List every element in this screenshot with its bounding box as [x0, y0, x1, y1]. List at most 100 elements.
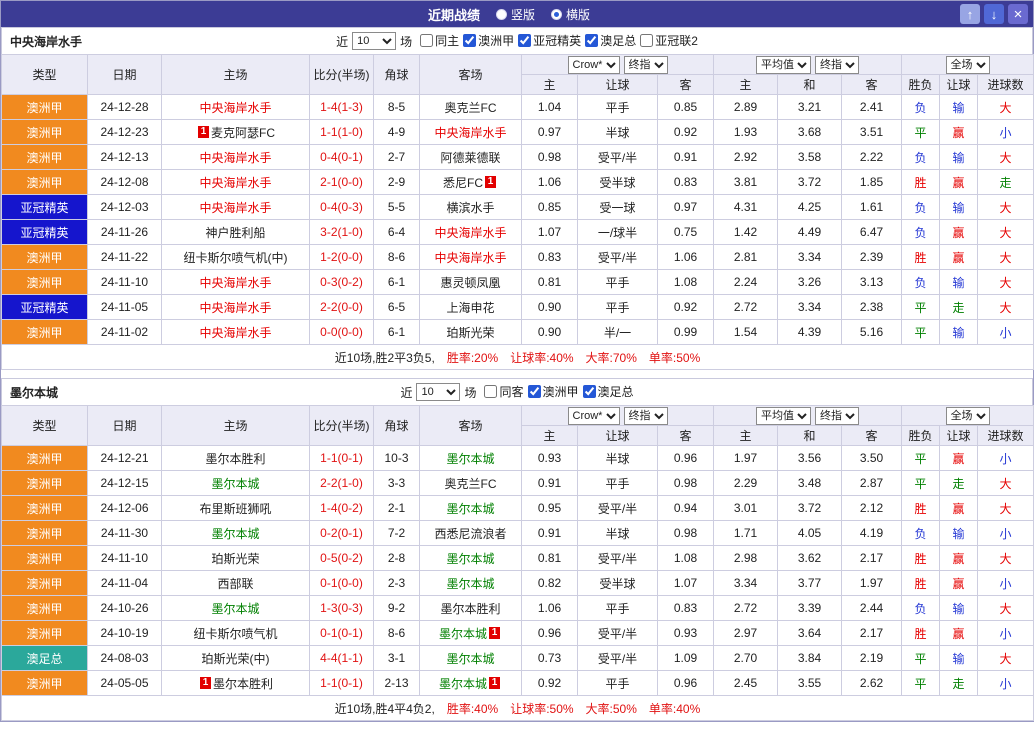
team-name[interactable]: 墨尔本城 [211, 602, 259, 616]
avg-away: 3.50 [841, 445, 903, 471]
match-row: 澳洲甲 24-11-30 墨尔本城 0-2(0-1) 7-2 西悉尼流浪者 0.91 半球 0.… [1, 520, 1034, 546]
filter-option[interactable]: 同主 [420, 32, 459, 49]
filter-option[interactable]: 澳洲甲 [527, 383, 579, 400]
filter-checkbox[interactable] [527, 385, 541, 398]
filter-option[interactable]: 澳洲甲 [463, 32, 514, 49]
match-row: 澳洲甲 24-10-19 纽卡斯尔喷气机 0-1(0-1) 8-6 墨尔本城 1 0.96 受平… [1, 620, 1034, 646]
team-name[interactable]: 墨尔本城 [446, 652, 494, 666]
team-name[interactable]: 墨尔本城 [439, 627, 487, 641]
avg-home: 2.92 [713, 144, 779, 170]
odds-home: 0.97 [521, 119, 578, 145]
average-select[interactable]: 平均值 [756, 55, 812, 74]
team-name[interactable]: 中央海岸水手 [199, 276, 271, 290]
match-row: 澳洲甲 24-11-02 中央海岸水手 0-0(0-0) 6-1 珀斯光荣 0.90 半/一 0… [1, 319, 1034, 345]
filter-near-label: 近 [336, 34, 349, 49]
filter-checkbox[interactable] [463, 34, 477, 47]
team-name[interactable]: 中央海岸水手 [199, 151, 271, 165]
team-name[interactable]: 奥克兰FC [445, 101, 497, 115]
filter-option[interactable]: 亚冠精英 [518, 32, 581, 49]
average-final-select[interactable]: 终指 [815, 55, 860, 74]
team-name[interactable]: 中央海岸水手 [199, 101, 271, 115]
league-type: 澳洲甲 [1, 595, 88, 621]
team-name[interactable]: 神户胜利船 [205, 226, 265, 240]
filter-checkbox[interactable] [582, 385, 596, 398]
odds-handicap: 半/一 [577, 319, 658, 345]
summary-stat: 让球率:40% [510, 350, 574, 365]
avg-draw: 3.72 [777, 495, 843, 521]
team-name[interactable]: 上海申花 [446, 301, 494, 315]
bookmaker-select[interactable]: Crow* [567, 406, 620, 425]
team-name[interactable]: 珀斯光荣 [446, 326, 494, 340]
filter-checkbox[interactable] [640, 34, 654, 47]
average-select[interactable]: 平均值 [756, 406, 812, 425]
odds-away: 1.08 [656, 545, 715, 571]
team-name[interactable]: 中央海岸水手 [434, 126, 506, 140]
scroll-down-button[interactable]: ↓ [984, 4, 1004, 24]
filter-option[interactable]: 同客 [484, 383, 524, 400]
team-name[interactable]: 中央海岸水手 [199, 176, 271, 190]
team-name[interactable]: 布里斯班狮吼 [199, 502, 271, 516]
filter-checkbox[interactable] [420, 34, 434, 47]
team-name[interactable]: 悉尼FC [443, 176, 483, 190]
avg-home: 1.42 [713, 219, 779, 245]
team-name[interactable]: 纽卡斯尔喷气机 [193, 627, 277, 641]
team-name[interactable]: 墨尔本城 [211, 527, 259, 541]
team-name[interactable]: 墨尔本城 [446, 452, 494, 466]
team-name[interactable]: 横滨水手 [446, 201, 494, 215]
odds-away: 0.98 [656, 520, 715, 546]
filter-checkbox[interactable] [518, 34, 532, 47]
team-name[interactable]: 中央海岸水手 [199, 326, 271, 340]
filter-checkbox[interactable] [484, 385, 498, 398]
close-button[interactable]: × [1008, 4, 1028, 24]
odds-final-select[interactable]: 终指 [623, 406, 668, 425]
team-name[interactable]: 中央海岸水手 [434, 226, 506, 240]
match-count-select[interactable]: 10 [416, 383, 461, 401]
odds-away: 0.85 [656, 94, 715, 120]
team-name[interactable]: 麦克阿瑟FC [211, 126, 275, 140]
league-type: 澳洲甲 [1, 570, 88, 596]
filter-option[interactable]: 澳足总 [582, 383, 634, 400]
team-name[interactable]: 墨尔本城 [446, 502, 494, 516]
bookmaker-select[interactable]: Crow* [567, 55, 620, 74]
average-final-select[interactable]: 终指 [815, 406, 860, 425]
match-count-select[interactable]: 10 [352, 32, 397, 50]
match-date: 24-11-26 [87, 219, 162, 245]
league-type: 澳洲甲 [1, 319, 88, 345]
result-outcome: 平 [901, 470, 941, 496]
team-name[interactable]: 珀斯光荣(中) [202, 652, 270, 666]
red-card-badge: 1 [489, 677, 500, 689]
scope-select[interactable]: 全场 [945, 55, 990, 74]
league-type: 澳洲甲 [1, 119, 88, 145]
team-name[interactable]: 珀斯光荣 [211, 552, 259, 566]
red-card-badge: 1 [199, 677, 211, 689]
team-name[interactable]: 西部联 [217, 577, 253, 591]
team-name[interactable]: 奥克兰FC [445, 477, 497, 491]
team-name[interactable]: 西悉尼流浪者 [434, 527, 506, 541]
team-name[interactable]: 墨尔本城 [446, 577, 494, 591]
team-name[interactable]: 墨尔本胜利 [205, 452, 265, 466]
league-type: 澳洲甲 [1, 269, 88, 295]
team-name[interactable]: 中央海岸水手 [199, 301, 271, 315]
team-name[interactable]: 中央海岸水手 [434, 251, 506, 265]
team-name[interactable]: 惠灵顿凤凰 [440, 276, 500, 290]
team-name[interactable]: 墨尔本城 [446, 552, 494, 566]
team-name[interactable]: 中央海岸水手 [199, 201, 271, 215]
view-mode-radio[interactable]: 横版 [551, 6, 590, 23]
odds-handicap: 平手 [577, 94, 658, 120]
titlebar-buttons: ↑ ↓ × [960, 4, 1028, 24]
team-name[interactable]: 墨尔本胜利 [213, 677, 273, 691]
filter-option[interactable]: 澳足总 [585, 32, 636, 49]
filter-option[interactable]: 亚冠联2 [640, 32, 698, 49]
team-name[interactable]: 阿德莱德联 [440, 151, 500, 165]
team-name[interactable]: 墨尔本城 [211, 477, 259, 491]
view-mode-radio[interactable]: 竖版 [495, 6, 535, 23]
odds-final-select[interactable]: 终指 [623, 55, 668, 74]
team-name[interactable]: 墨尔本城 [439, 677, 487, 691]
result-handicap: 赢 [939, 570, 979, 596]
filter-checkbox[interactable] [585, 34, 599, 47]
avg-group-header: 平均值 终指 [713, 405, 903, 426]
scroll-up-button[interactable]: ↑ [960, 4, 980, 24]
team-name[interactable]: 纽卡斯尔喷气机(中) [184, 251, 288, 265]
team-name[interactable]: 墨尔本胜利 [440, 602, 500, 616]
scope-select[interactable]: 全场 [945, 406, 990, 425]
